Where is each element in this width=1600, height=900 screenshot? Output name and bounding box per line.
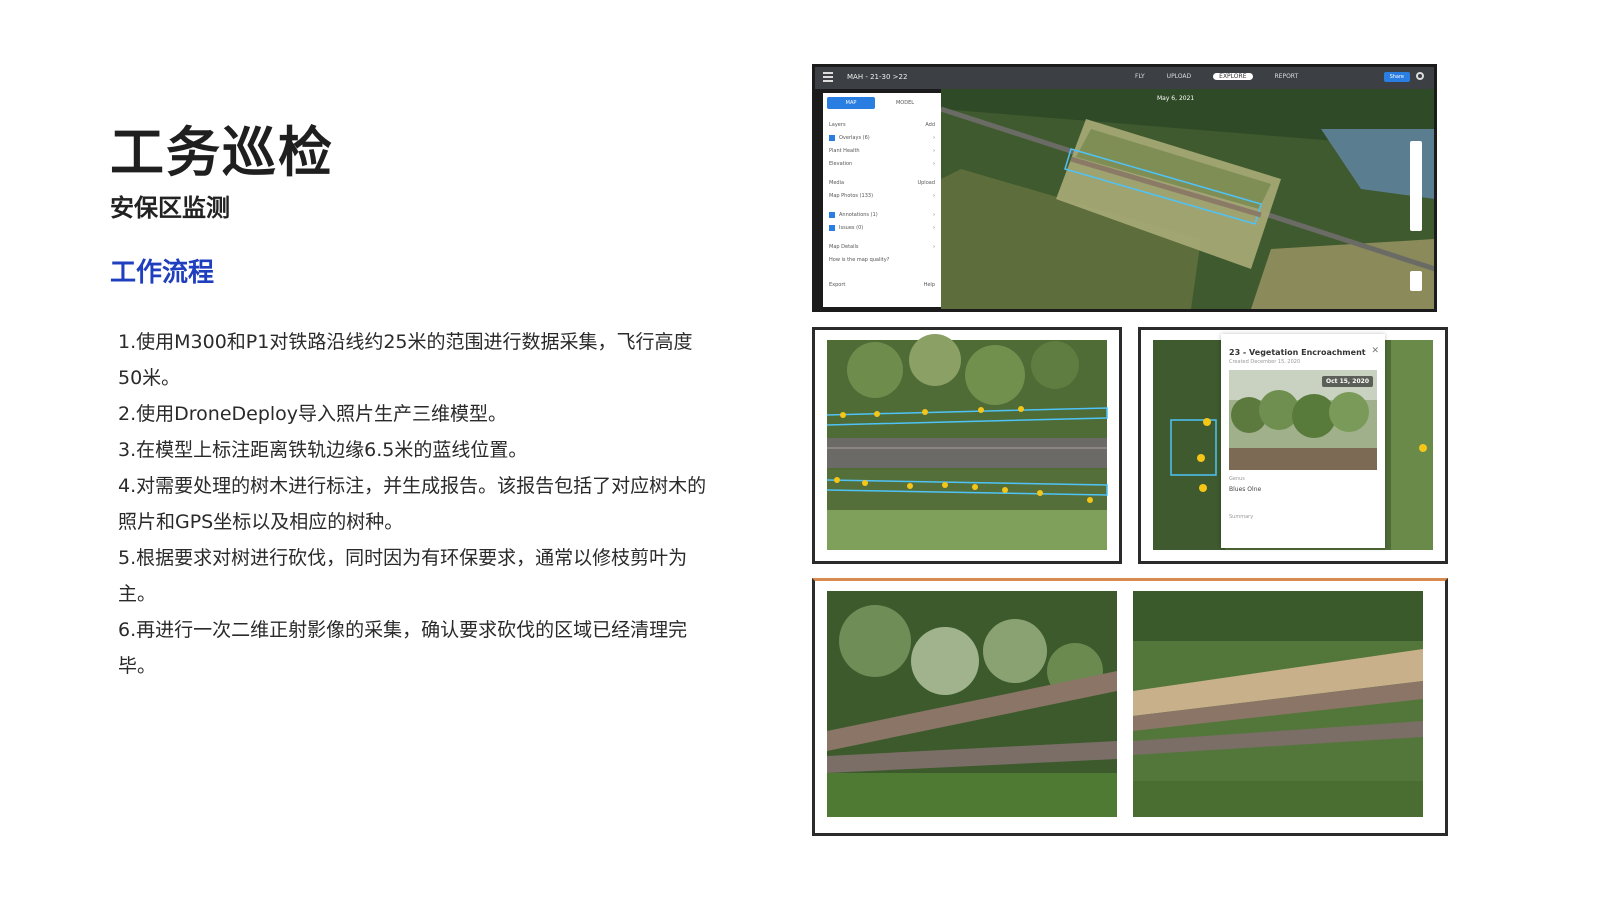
field-value: Blues Olne: [1229, 486, 1262, 493]
layer-row: Annotations (1) ›: [829, 209, 935, 222]
workflow-step: 3.在模型上标注距离铁轨边缘6.5米的蓝线位置。: [118, 439, 528, 461]
nav-report: REPORT: [1274, 73, 1299, 80]
tab-model: MODEL: [895, 100, 915, 106]
popup-subtitle: Created December 15, 2020: [1229, 359, 1301, 365]
zoom-control: [1410, 271, 1422, 291]
layer-row: Map Details ›: [829, 244, 935, 250]
workflow-step: 6.再进行一次二维正射影像的采集，确认要求砍伐的区域已经清理完毕。: [118, 619, 688, 677]
slide-title: 工务巡检: [110, 121, 334, 184]
workflow-step: 5.根据要求对树进行砍伐，同时因为有环保要求，通常以修枝剪叶为主。: [118, 547, 688, 605]
layer-row: Export Help: [829, 282, 935, 288]
annotation-popup: 23 - Vegetation Encroachment Created Dec…: [1221, 334, 1385, 548]
nav-fly: FLY: [1135, 73, 1145, 80]
annotation-detail-photo: 23 - Vegetation Encroachment Created Dec…: [1138, 327, 1448, 564]
gear-icon: [1416, 72, 1424, 80]
workflow-step: 4.对需要处理的树木进行标注，并生成报告。该报告包括了对应树木的照片和GPS坐标…: [118, 475, 707, 533]
nav-upload: UPLOAD: [1166, 73, 1192, 80]
checkbox-icon: [829, 134, 835, 141]
menu-icon: [823, 72, 833, 82]
workflow-step: 1.使用M300和P1对铁路沿线约25米的范围进行数据采集，飞行高度50米。: [118, 331, 693, 389]
layer-row: Layers Add: [829, 122, 935, 128]
photo-date-badge: Oct 15, 2020: [1321, 376, 1373, 387]
close-icon: ✕: [1371, 346, 1379, 356]
checkbox-icon: [829, 211, 835, 218]
aerial-detail-image: [826, 334, 1108, 550]
aerial-map: [941, 89, 1434, 309]
layer-row: Media Upload: [829, 180, 935, 186]
app-toolbar: MAH - 21-30 >22 FLY UPLOAD EXPLORE REPOR…: [815, 67, 1434, 89]
layers-sidebar: MAP MODEL Layers Add Overlays (6) › Plant …: [823, 93, 941, 307]
checkbox-icon: [829, 224, 835, 231]
nav-explore: EXPLORE: [1213, 73, 1253, 80]
annotated-aerial-photo: [812, 327, 1122, 564]
section-heading: 工作流程: [110, 258, 215, 288]
popup-title: 23 - Vegetation Encroachment: [1229, 348, 1366, 357]
map-date: May 6, 2021: [1157, 95, 1195, 102]
layer-row: Elevation ›: [829, 161, 935, 167]
layer-row: Issues (0) ›: [829, 222, 935, 235]
workflow-step: 2.使用DroneDeploy导入照片生产三维模型。: [118, 403, 508, 425]
before-after-photos: [812, 578, 1448, 836]
field-label: Genus: [1229, 476, 1245, 482]
dronedeploy-screenshot: MAH - 21-30 >22 FLY UPLOAD EXPLORE REPOR…: [812, 64, 1437, 312]
breadcrumb: MAH - 21-30 >22: [847, 73, 908, 81]
layer-row: How is the map quality?: [829, 257, 890, 263]
share-button: Share: [1383, 72, 1410, 82]
layer-list: Layers Add Overlays (6) › Plant Health › El…: [829, 119, 935, 292]
app-nav: FLY UPLOAD EXPLORE REPORT: [1135, 73, 1298, 80]
before-after-images: [827, 591, 1423, 817]
layer-row: Map Photos (133) ›: [829, 193, 935, 199]
layer-row: Overlays (6) ›: [829, 132, 935, 145]
slide-subtitle: 安保区监测: [110, 194, 230, 222]
summary-label: Summary: [1229, 514, 1254, 520]
layer-row: Plant Health ›: [829, 148, 935, 154]
workflow-steps: 1.使用M300和P1对铁路沿线约25米的范围进行数据采集，飞行高度50米。 2…: [118, 324, 708, 684]
map-tools: [1410, 141, 1422, 231]
tab-map: MAP: [827, 97, 875, 109]
